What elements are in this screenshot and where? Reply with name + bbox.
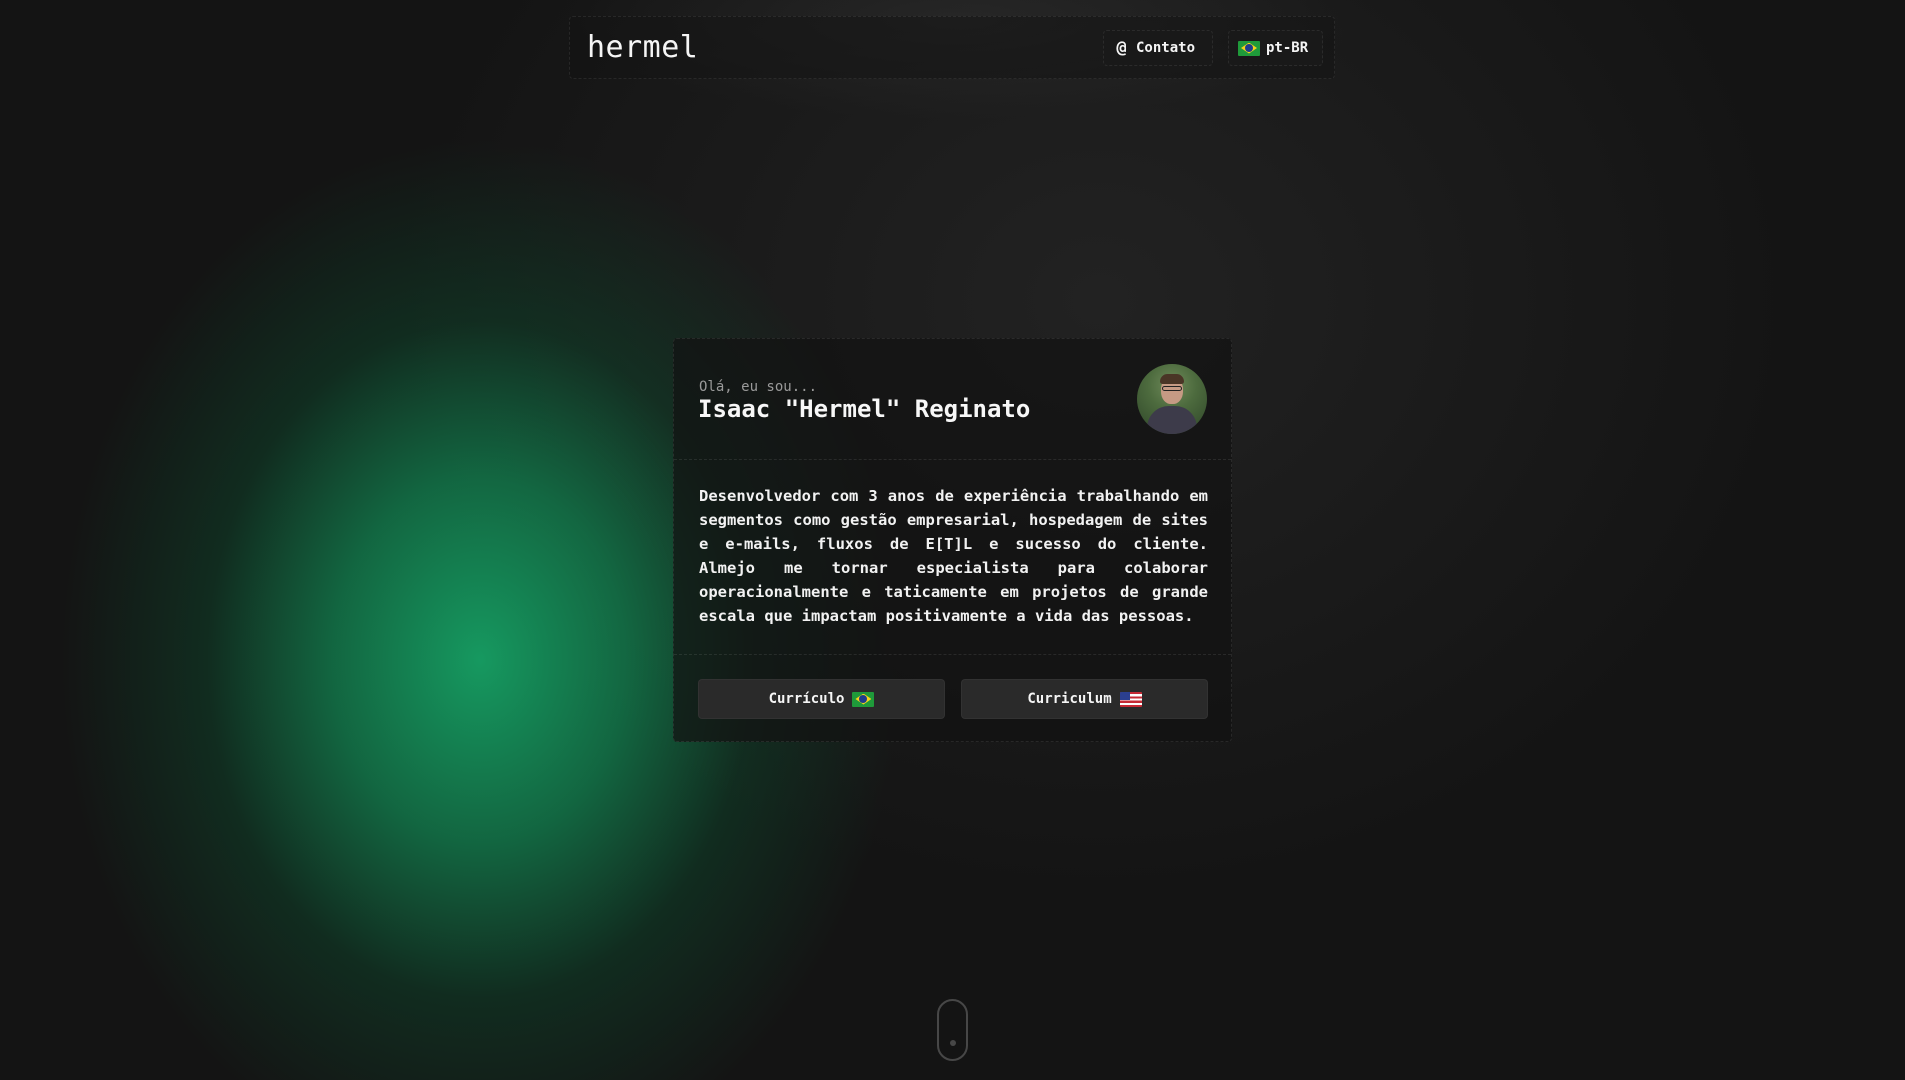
curriculum-en-button[interactable]: Curriculum [961, 679, 1208, 719]
curriculum-en-label: Curriculum [1027, 691, 1112, 707]
scroll-down-indicator[interactable] [937, 999, 968, 1061]
contact-label: Contato [1136, 40, 1196, 56]
curriculo-pt-label: Currículo [768, 691, 845, 707]
language-label: pt-BR [1266, 40, 1309, 56]
language-selector[interactable]: pt-BR [1228, 30, 1323, 66]
scroll-dot-icon [950, 1040, 956, 1046]
profile-card-footer: Currículo Curriculum [674, 654, 1231, 743]
avatar [1137, 364, 1207, 434]
at-icon: @ [1116, 37, 1127, 58]
profile-card-header: Olá, eu sou... Isaac "Hermel" Reginato [674, 339, 1231, 460]
site-logo[interactable]: hermel [587, 30, 698, 65]
page: hermel @ Contato pt-BR Olá, eu sou... Is… [0, 0, 1905, 1080]
flag-us-icon [1119, 691, 1142, 707]
profile-card: Olá, eu sou... Isaac "Hermel" Reginato D… [673, 338, 1232, 742]
navbar: hermel @ Contato pt-BR [569, 16, 1335, 79]
profile-bio: Desenvolvedor com 3 anos de experiência … [699, 487, 1208, 625]
profile-name: Isaac "Hermel" Reginato [698, 395, 1031, 423]
contact-button[interactable]: @ Contato [1103, 30, 1213, 66]
flag-br-icon [852, 691, 875, 707]
greeting-text: Olá, eu sou... [699, 379, 818, 395]
flag-br-icon [1238, 40, 1260, 56]
curriculo-pt-button[interactable]: Currículo [698, 679, 945, 719]
